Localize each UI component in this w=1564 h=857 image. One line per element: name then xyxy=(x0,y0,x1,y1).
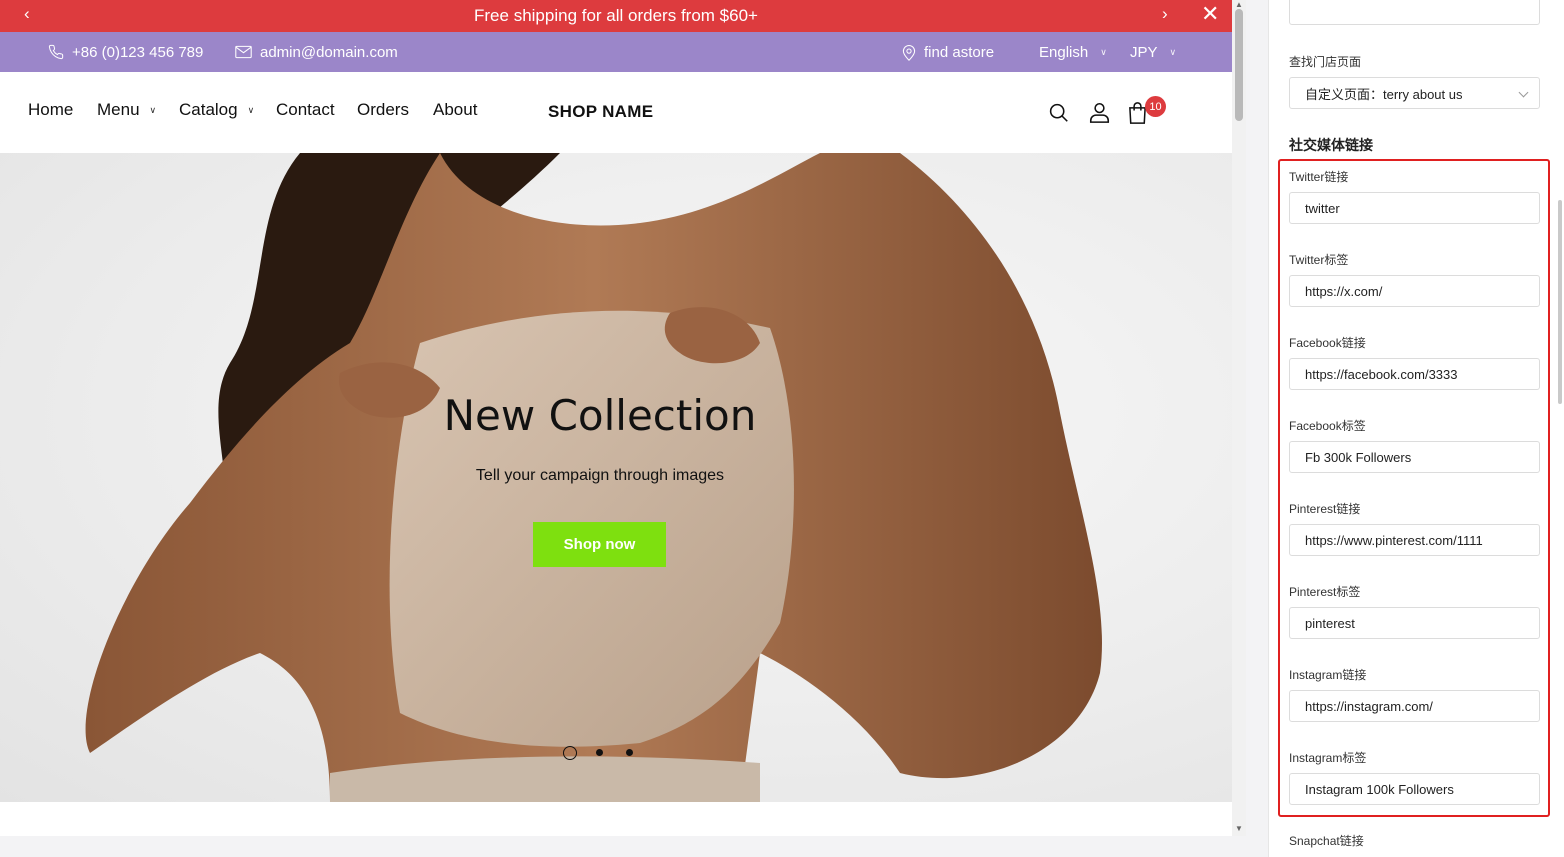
instagram-link-label: Instagram链接 xyxy=(1289,668,1367,682)
pinterest-tag-label: Pinterest标签 xyxy=(1289,585,1361,599)
nav-home[interactable]: Home xyxy=(28,100,73,120)
facebook-link-input[interactable]: https://facebook.com/3333 xyxy=(1289,358,1540,390)
slide-dot-2[interactable] xyxy=(596,749,603,756)
pinterest-link-input[interactable]: https://www.pinterest.com/1111 xyxy=(1289,524,1540,556)
scroll-down-icon[interactable]: ▼ xyxy=(1235,824,1243,833)
hero-subtitle: Tell your campaign through images xyxy=(475,467,725,484)
slide-dot-1[interactable] xyxy=(563,746,577,760)
main-navigation: Home Menu ∨ Catalog ∨ Contact Orders About… xyxy=(0,72,1232,153)
announcement-bar: ‹ Free shipping for all orders from $60+… xyxy=(0,0,1232,32)
email-link[interactable]: admin@domain.com xyxy=(235,32,398,72)
search-icon xyxy=(1049,103,1068,122)
nav-about-label: About xyxy=(433,100,478,119)
chevron-down-icon: ∨ xyxy=(1100,46,1107,57)
theme-settings-panel: 查找门店页面 自定义页面：terry about us 社交媒体链接 Twitt… xyxy=(1268,0,1564,857)
facebook-tag-label: Facebook标签 xyxy=(1289,419,1366,433)
shop-now-button[interactable]: Shop now xyxy=(533,522,666,567)
nav-menu[interactable]: Menu ∨ xyxy=(97,100,156,120)
language-value: English xyxy=(1039,43,1089,61)
email-address: admin@domain.com xyxy=(260,43,398,61)
nav-contact-label: Contact xyxy=(276,100,335,119)
instagram-tag-input[interactable]: Instagram 100k Followers xyxy=(1289,773,1540,805)
user-icon xyxy=(1089,102,1110,123)
store-page-select[interactable]: 自定义页面：terry about us xyxy=(1289,77,1540,109)
twitter-link-input[interactable]: twitter xyxy=(1289,192,1540,224)
pinterest-link-label: Pinterest链接 xyxy=(1289,502,1361,516)
phone-link[interactable]: +86 (0)123 456 789 xyxy=(48,32,203,72)
announcement-close-icon[interactable]: ✕ xyxy=(1201,1,1219,27)
phone-icon xyxy=(48,44,64,60)
pinterest-tag-input[interactable]: pinterest xyxy=(1289,607,1540,639)
nav-about[interactable]: About xyxy=(433,100,477,120)
nav-menu-label: Menu xyxy=(97,100,140,119)
instagram-tag-label: Instagram标签 xyxy=(1289,751,1367,765)
announcement-prev-icon[interactable]: ‹ xyxy=(24,4,30,24)
instagram-link-input[interactable]: https://instagram.com/ xyxy=(1289,690,1540,722)
facebook-tag-input[interactable]: Fb 300k Followers xyxy=(1289,441,1540,473)
slide-dot-3[interactable] xyxy=(626,749,633,756)
nav-orders[interactable]: Orders xyxy=(357,100,409,120)
nav-catalog[interactable]: Catalog ∨ xyxy=(179,100,254,120)
pinterest-tag-value: pinterest xyxy=(1305,615,1355,631)
store-page-value: 自定义页面：terry about us xyxy=(1305,86,1463,102)
currency-selector[interactable]: JPY ∨ xyxy=(1130,32,1176,72)
previous-field-input[interactable] xyxy=(1289,0,1540,25)
search-button[interactable] xyxy=(1048,102,1069,128)
nav-contact[interactable]: Contact xyxy=(276,100,335,120)
social-section-title: 社交媒体链接 xyxy=(1289,137,1373,153)
hero-slideshow: New Collection Tell your campaign throug… xyxy=(0,153,1232,802)
store-locator-link[interactable]: find astore xyxy=(902,32,994,72)
account-button[interactable] xyxy=(1089,102,1110,128)
preview-scroll-thumb[interactable] xyxy=(1235,9,1243,121)
chevron-down-icon: ∨ xyxy=(247,104,255,115)
announcement-next-icon[interactable]: › xyxy=(1162,4,1168,24)
twitter-tag-input[interactable]: https://x.com/ xyxy=(1289,275,1540,307)
scroll-up-icon[interactable]: ▲ xyxy=(1235,0,1243,9)
snapchat-link-label: Snapchat链接 xyxy=(1289,834,1364,848)
mail-icon xyxy=(235,45,252,59)
chevron-down-icon: ∨ xyxy=(149,104,157,115)
shop-logo[interactable]: SHOP NAME xyxy=(548,102,653,122)
preview-scrollbar[interactable]: ▲ ▼ xyxy=(1232,0,1246,836)
nav-orders-label: Orders xyxy=(357,100,409,119)
pinterest-link-value: https://www.pinterest.com/1111 xyxy=(1305,532,1483,548)
chevron-down-icon: ∨ xyxy=(1169,46,1177,57)
instagram-tag-value: Instagram 100k Followers xyxy=(1305,781,1454,797)
nav-home-label: Home xyxy=(28,100,74,119)
announcement-text: Free shipping for all orders from $60+ xyxy=(474,6,758,25)
instagram-link-value: https://instagram.com/ xyxy=(1305,698,1433,714)
map-pin-icon xyxy=(902,44,916,61)
nav-catalog-label: Catalog xyxy=(179,100,238,119)
twitter-tag-value: https://x.com/ xyxy=(1305,283,1383,299)
cart-count-badge: 10 xyxy=(1145,96,1166,117)
twitter-link-value: twitter xyxy=(1305,200,1340,216)
contact-topbar: +86 (0)123 456 789 admin@domain.com find… xyxy=(0,32,1232,72)
currency-value: JPY xyxy=(1130,43,1158,61)
facebook-link-value: https://facebook.com/3333 xyxy=(1305,366,1458,382)
twitter-link-label: Twitter链接 xyxy=(1289,170,1349,184)
phone-number: +86 (0)123 456 789 xyxy=(72,43,204,61)
store-page-label: 查找门店页面 xyxy=(1289,55,1362,69)
twitter-tag-label: Twitter标签 xyxy=(1289,253,1349,267)
store-preview: ‹ Free shipping for all orders from $60+… xyxy=(0,0,1232,836)
facebook-link-label: Facebook链接 xyxy=(1289,336,1366,350)
panel-scroll-thumb[interactable] xyxy=(1558,200,1562,404)
store-locator-label: find astore xyxy=(924,43,995,61)
language-selector[interactable]: English ∨ xyxy=(1039,32,1107,72)
facebook-tag-value: Fb 300k Followers xyxy=(1305,449,1412,465)
hero-title: New Collection xyxy=(443,391,757,440)
